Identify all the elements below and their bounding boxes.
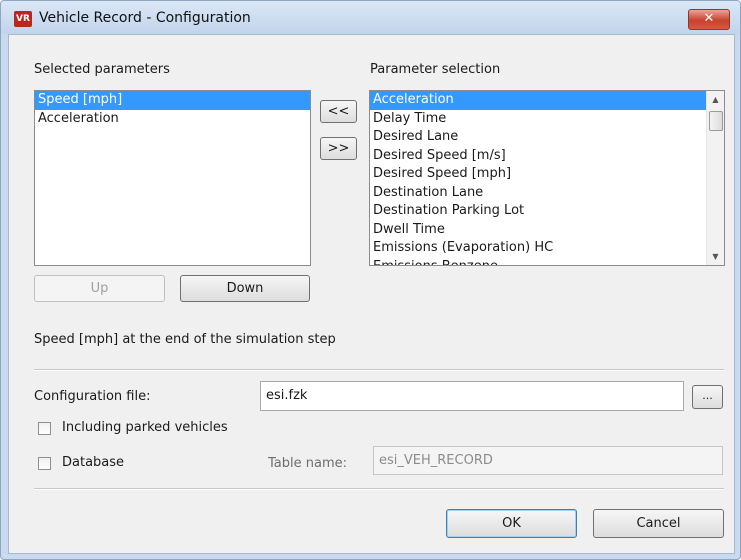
dialog-body: Selected parameters Speed [mph] Accelera… xyxy=(8,34,735,554)
ok-button[interactable]: OK xyxy=(446,509,577,538)
table-name-input[interactable]: esi_VEH_RECORD xyxy=(373,446,723,475)
browse-button[interactable]: ... xyxy=(692,385,723,409)
list-item[interactable]: Acceleration xyxy=(35,110,310,129)
list-item[interactable]: Desired Speed [mph] xyxy=(370,165,707,184)
list-item[interactable]: Delay Time xyxy=(370,110,707,129)
dialog-window: VR Vehicle Record - Configuration ✕ Sele… xyxy=(0,0,741,560)
parked-vehicles-checkbox[interactable] xyxy=(38,422,51,435)
close-icon: ✕ xyxy=(703,11,715,26)
selected-parameters-list[interactable]: Speed [mph] Acceleration xyxy=(34,90,311,266)
list-item[interactable]: Emissions (Evaporation) HC xyxy=(370,239,707,258)
parked-vehicles-label: Including parked vehicles xyxy=(62,420,228,435)
scroll-up-icon[interactable]: ▲ xyxy=(707,91,724,108)
list-item[interactable]: Destination Parking Lot xyxy=(370,202,707,221)
database-checkbox[interactable] xyxy=(38,457,51,470)
remove-parameter-button[interactable]: >> xyxy=(320,137,357,160)
parameter-selection-label: Parameter selection xyxy=(370,62,501,77)
app-icon: VR xyxy=(14,11,32,27)
list-item[interactable]: Dwell Time xyxy=(370,221,707,240)
add-parameter-button[interactable]: << xyxy=(320,100,357,123)
config-file-input[interactable]: esi.fzk xyxy=(260,381,684,411)
list-item[interactable]: Desired Lane xyxy=(370,128,707,147)
scroll-thumb[interactable] xyxy=(709,111,723,131)
list-item[interactable]: Acceleration xyxy=(370,91,707,110)
table-name-label: Table name: xyxy=(268,456,347,471)
window-title: Vehicle Record - Configuration xyxy=(39,10,251,26)
database-label: Database xyxy=(62,455,125,470)
scroll-down-icon[interactable]: ▼ xyxy=(707,248,724,265)
separator xyxy=(34,488,724,490)
parameter-description: Speed [mph] at the end of the simulation… xyxy=(34,332,336,347)
list-item[interactable]: Emissions Benzene xyxy=(370,258,707,266)
up-button[interactable]: Up xyxy=(34,275,165,302)
config-file-label: Configuration file: xyxy=(34,389,151,404)
close-button[interactable]: ✕ xyxy=(688,9,730,30)
selected-parameters-label: Selected parameters xyxy=(34,62,170,77)
list-item[interactable]: Destination Lane xyxy=(370,184,707,203)
separator xyxy=(34,369,724,371)
list-item[interactable]: Speed [mph] xyxy=(35,91,310,110)
list-item[interactable]: Desired Speed [m/s] xyxy=(370,147,707,166)
title-bar[interactable]: VR Vehicle Record - Configuration ✕ xyxy=(1,1,740,34)
parameter-list-scrollbar[interactable]: ▲ ▼ xyxy=(706,91,724,265)
down-button[interactable]: Down xyxy=(180,275,310,302)
parameter-selection-list[interactable]: Acceleration Delay Time Desired Lane Des… xyxy=(369,90,725,266)
cancel-button[interactable]: Cancel xyxy=(593,509,724,538)
